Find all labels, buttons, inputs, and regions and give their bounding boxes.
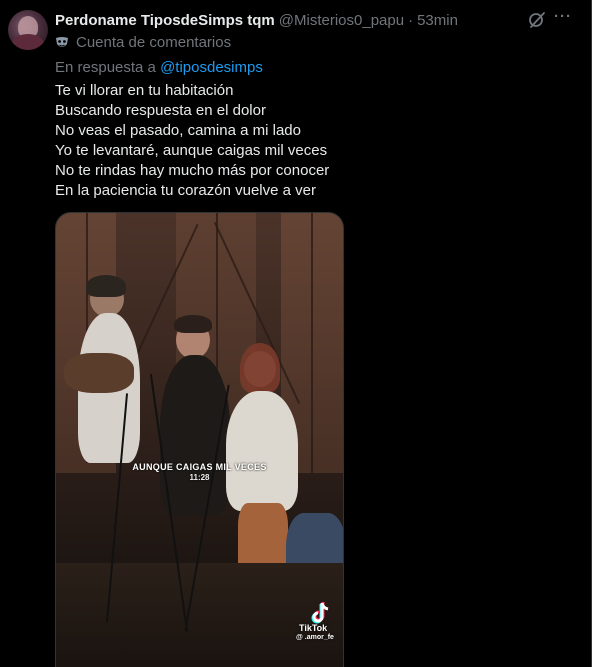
tweet-line: No te rindas hay mucho más por conocer <box>55 162 330 179</box>
musician-hair <box>86 275 126 297</box>
tiktok-brand: TikTok <box>299 623 328 633</box>
separator-dot: · <box>408 11 414 29</box>
post-time[interactable]: 53min <box>417 12 458 29</box>
singer2-body <box>226 391 298 511</box>
mask-icon <box>55 36 69 50</box>
account-label-text: Cuenta de comentarios <box>76 34 232 51</box>
guitar <box>64 353 134 393</box>
tweet-line: En la paciencia tu corazón vuelve a ver <box>55 182 316 199</box>
avatar[interactable] <box>8 10 48 50</box>
display-name[interactable]: Perdoname TiposdeSimps tqm <box>55 12 275 29</box>
reply-context: En respuesta a @tiposdesimps <box>55 59 263 76</box>
tweet-header: Perdoname TiposdeSimps tqm @Misterios0_p… <box>55 10 458 30</box>
account-label: Cuenta de comentarios <box>55 34 231 51</box>
tweet-line: No veas el pasado, camina a mi lado <box>55 122 301 139</box>
tweet-text: Te vi llorar en tu habitación Buscando r… <box>55 81 329 201</box>
video-player[interactable]: AUNQUE CAIGAS MIL VECES 11:28 TikTok @ .… <box>55 212 344 667</box>
video-caption: AUNQUE CAIGAS MIL VECES <box>132 462 267 472</box>
singer-hair <box>174 315 212 333</box>
floor <box>56 563 343 667</box>
tweet-line: Buscando respuesta en el dolor <box>55 102 266 119</box>
video-caption-time: 11:28 <box>189 473 210 482</box>
tweet[interactable]: Perdoname TiposdeSimps tqm @Misterios0_p… <box>0 0 592 667</box>
reply-handle-link[interactable]: @tiposdesimps <box>160 59 263 76</box>
more-icon[interactable]: ··· <box>553 9 573 30</box>
tiktok-logo-icon <box>310 601 332 625</box>
tweet-line: Yo te levantaré, aunque caigas mil veces <box>55 142 328 159</box>
user-handle[interactable]: @Misterios0_papu <box>279 12 404 29</box>
grok-icon[interactable] <box>528 11 546 29</box>
tiktok-username: @ .amor_fe <box>296 634 334 641</box>
avatar-body <box>12 34 44 50</box>
reply-prefix: En respuesta a <box>55 59 161 76</box>
tweet-line: Te vi llorar en tu habitación <box>55 82 234 99</box>
singer2-hair <box>240 343 280 393</box>
wall-line <box>311 213 313 473</box>
